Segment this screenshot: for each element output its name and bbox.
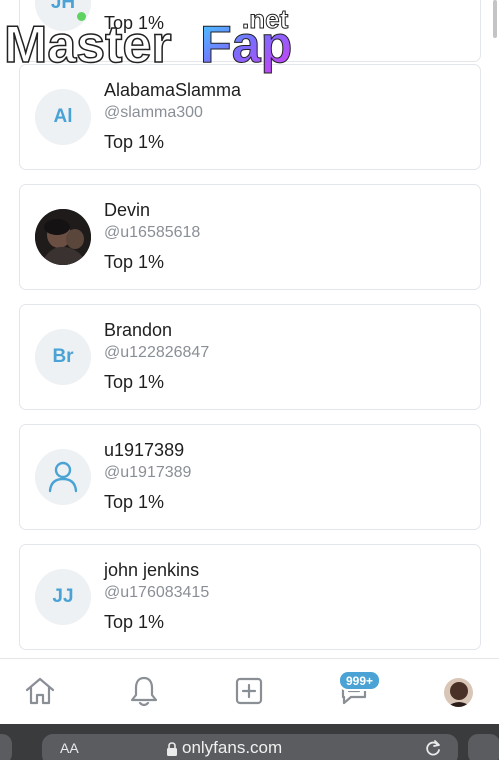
avatar[interactable]: JJ [35, 569, 91, 625]
bell-icon [130, 676, 158, 707]
fans-list[interactable]: JH Top 1% Al AlabamaSlamma @slamma300 To… [0, 0, 499, 658]
avatar[interactable] [35, 449, 91, 505]
bottom-nav: 999+ [0, 658, 499, 724]
home-icon [25, 677, 55, 705]
next-tab[interactable] [468, 734, 499, 760]
nav-create-button[interactable] [231, 673, 267, 709]
list-item[interactable]: JH Top 1% [19, 0, 481, 62]
fan-handle[interactable]: @u1917389 [104, 464, 191, 482]
address-bar[interactable]: AA onlyfans.com [42, 734, 458, 760]
profile-avatar[interactable] [444, 678, 473, 707]
avatar-photo [35, 209, 91, 265]
fan-name[interactable]: u1917389 [104, 440, 184, 461]
nav-home-button[interactable] [22, 673, 58, 709]
reload-icon[interactable] [424, 739, 442, 757]
scrollbar[interactable] [493, 0, 497, 38]
previous-tab[interactable] [0, 734, 12, 760]
fan-handle[interactable]: @u122826847 [104, 344, 209, 362]
list-item[interactable]: u1917389 @u1917389 Top 1% [19, 424, 481, 530]
messages-count-badge: 999+ [338, 670, 382, 691]
reader-aa-button[interactable]: AA [60, 740, 79, 756]
fan-name[interactable]: Devin [104, 200, 150, 221]
lock-icon [167, 742, 177, 756]
list-item[interactable]: Al AlabamaSlamma @slamma300 Top 1% [19, 64, 481, 170]
list-item[interactable]: JJ john jenkins @u176083415 Top 1% [19, 544, 481, 650]
online-status-dot [77, 12, 86, 21]
fan-name[interactable]: Brandon [104, 320, 172, 341]
avatar[interactable] [35, 209, 91, 265]
profile-photo [444, 678, 473, 707]
rank-text: Top 1% [104, 252, 165, 272]
fan-handle[interactable]: @u16585618 [104, 224, 200, 242]
list-item[interactable]: Br Brandon @u122826847 Top 1% [19, 304, 481, 410]
browser-toolbar: AA onlyfans.com [0, 724, 499, 760]
avatar[interactable]: Al [35, 89, 91, 145]
nav-notifications-button[interactable] [126, 673, 162, 709]
rank-text: Top 1% [104, 372, 165, 392]
rank-text: Top 1% [104, 132, 165, 152]
plus-square-icon [235, 677, 263, 705]
user-icon [48, 461, 78, 493]
rank-text: Top 1% [104, 13, 165, 33]
fan-handle[interactable]: @slamma300 [104, 104, 203, 122]
list-item[interactable]: Devin @u16585618 Top 1% [19, 184, 481, 290]
url-text: onlyfans.com [182, 738, 283, 757]
rank-text: Top 1% [104, 612, 165, 632]
fan-name[interactable]: john jenkins [104, 560, 199, 581]
fan-name[interactable]: AlabamaSlamma [104, 80, 241, 101]
rank-text: Top 1% [104, 492, 165, 512]
fan-handle[interactable]: @u176083415 [104, 584, 209, 602]
avatar[interactable]: Br [35, 329, 91, 385]
